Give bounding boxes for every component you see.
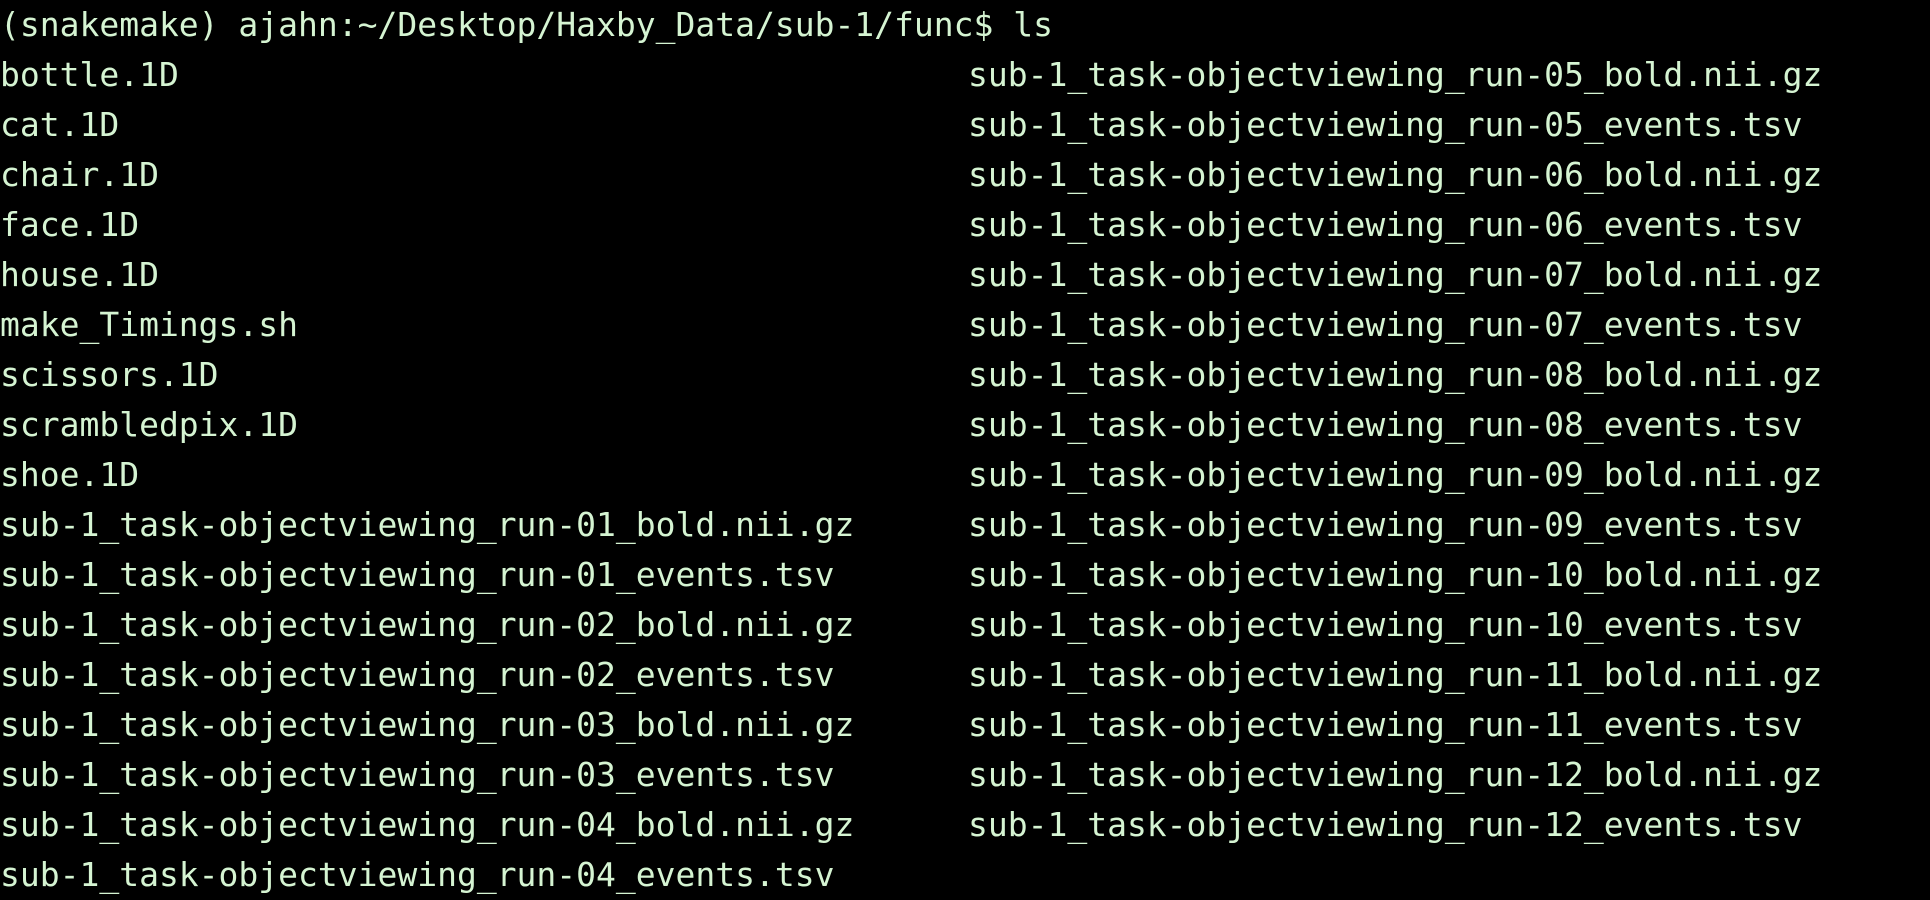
file-entry: sub-1_task-objectviewing_run-04_events.t… [0,855,835,894]
file-entry: sub-1_task-objectviewing_run-12_bold.nii… [968,755,1823,794]
command-line[interactable]: (snakemake) ajahn:~/Desktop/Haxby_Data/s… [0,0,1053,50]
file-entry: sub-1_task-objectviewing_run-05_bold.nii… [968,55,1823,94]
file-entry: sub-1_task-objectviewing_run-09_events.t… [968,505,1803,544]
file-entry: sub-1_task-objectviewing_run-08_bold.nii… [968,355,1823,394]
file-entry: sub-1_task-objectviewing_run-05_events.t… [968,105,1803,144]
file-entry: sub-1_task-objectviewing_run-11_events.t… [968,705,1803,744]
file-entry: sub-1_task-objectviewing_run-01_bold.nii… [0,505,855,544]
file-entry: make_Timings.sh [0,305,299,344]
file-entry: sub-1_task-objectviewing_run-07_events.t… [968,305,1803,344]
file-entry: scrambledpix.1D [0,405,299,444]
file-entry: sub-1_task-objectviewing_run-02_events.t… [0,655,835,694]
ls-output-right-column: sub-1_task-objectviewing_run-05_bold.nii… [968,50,1822,850]
file-entry: sub-1_task-objectviewing_run-07_bold.nii… [968,255,1823,294]
file-entry: sub-1_task-objectviewing_run-01_events.t… [0,555,835,594]
file-entry: sub-1_task-objectviewing_run-03_bold.nii… [0,705,855,744]
file-entry: bottle.1D [0,55,179,94]
terminal-window[interactable]: (snakemake) ajahn:~/Desktop/Haxby_Data/s… [0,0,1930,894]
ls-output-left-column: bottle.1D cat.1D chair.1D face.1D house.1D ma… [0,50,854,900]
file-entry: face.1D [0,205,140,244]
file-entry: sub-1_task-objectviewing_run-09_bold.nii… [968,455,1823,494]
file-entry: sub-1_task-objectviewing_run-02_bold.nii… [0,605,855,644]
file-entry: sub-1_task-objectviewing_run-12_events.t… [968,805,1803,844]
file-entry: scissors.1D [0,355,219,394]
file-entry: sub-1_task-objectviewing_run-06_events.t… [968,205,1803,244]
file-entry: sub-1_task-objectviewing_run-11_bold.nii… [968,655,1823,694]
file-entry: sub-1_task-objectviewing_run-06_bold.nii… [968,155,1823,194]
file-entry: sub-1_task-objectviewing_run-10_events.t… [968,605,1803,644]
file-entry: sub-1_task-objectviewing_run-04_bold.nii… [0,805,855,844]
typed-command: ls [1013,5,1054,44]
file-entry: sub-1_task-objectviewing_run-03_events.t… [0,755,835,794]
shell-prompt: (snakemake) ajahn:~/Desktop/Haxby_Data/s… [0,5,994,44]
file-entry: chair.1D [0,155,159,194]
file-entry: sub-1_task-objectviewing_run-10_bold.nii… [968,555,1823,594]
file-entry: cat.1D [0,105,120,144]
file-entry: house.1D [0,255,159,294]
file-entry: sub-1_task-objectviewing_run-08_events.t… [968,405,1803,444]
file-entry: shoe.1D [0,455,140,494]
